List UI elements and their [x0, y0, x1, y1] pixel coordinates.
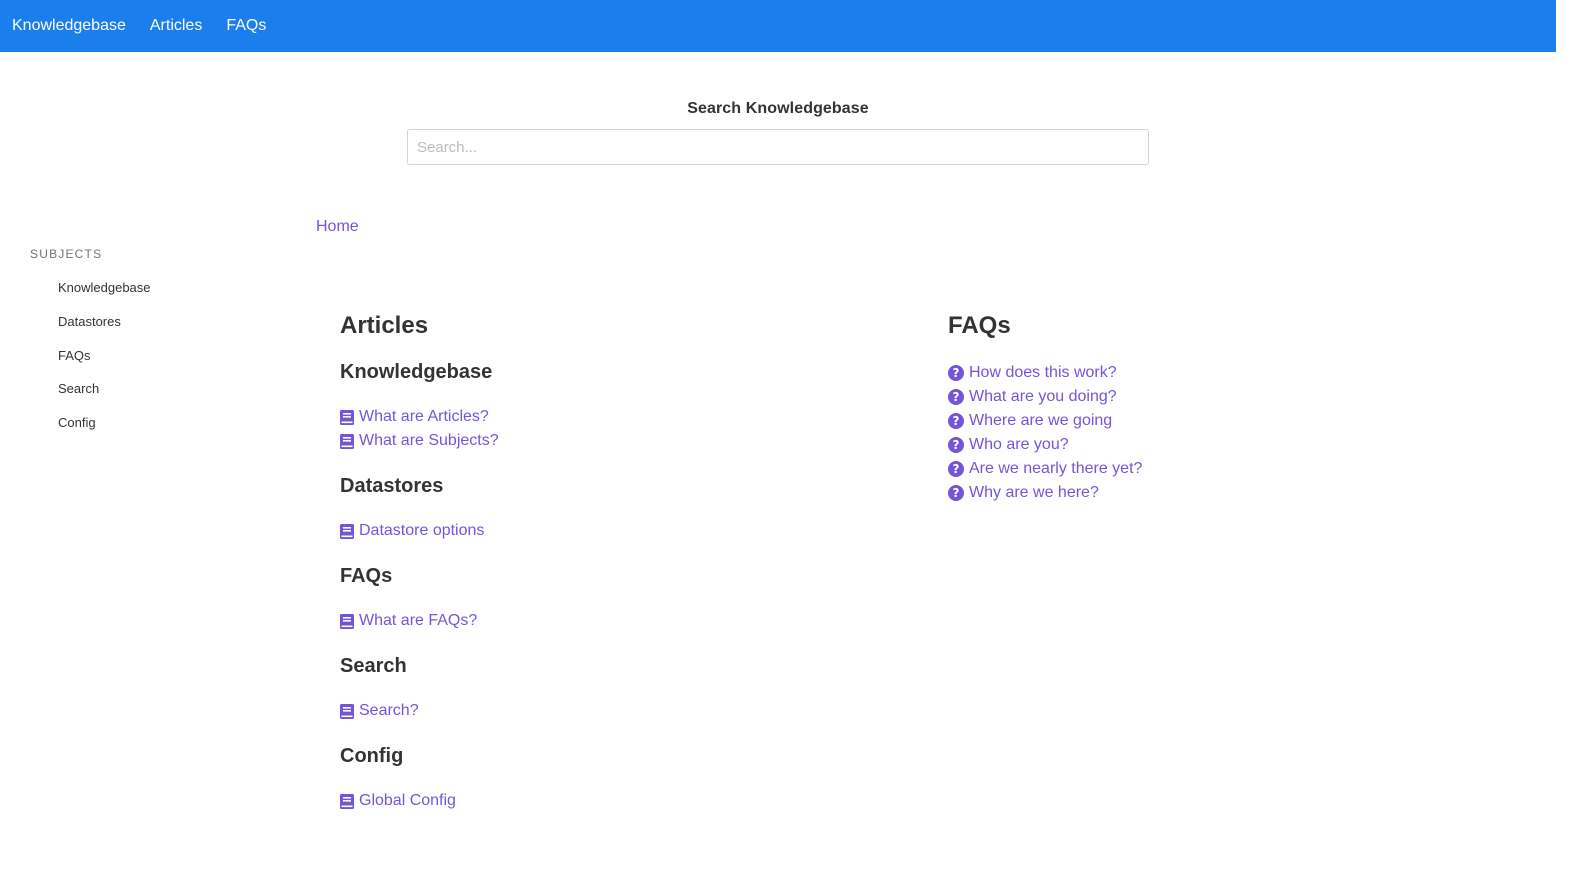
article-link-label: What are Subjects?	[359, 432, 499, 449]
list-item: What are Articles?	[340, 405, 900, 429]
article-list: What are Articles? What are Subjects?	[340, 405, 900, 453]
article-link-label: What are FAQs?	[359, 612, 478, 629]
nav-brand-link[interactable]: Knowledgebase	[12, 0, 126, 52]
article-list: Global Config	[340, 789, 900, 813]
faq-list: ? How does this work? ? What are you doing…	[948, 361, 1508, 505]
sidebar-link-search[interactable]: Search	[58, 381, 99, 396]
list-item: ? Why are we here?	[948, 481, 1508, 505]
faq-link[interactable]: ? Where are we going	[948, 409, 1112, 433]
faq-link-label: Are we nearly there yet?	[969, 460, 1143, 477]
book-icon	[340, 433, 354, 449]
question-circle-icon: ?	[948, 365, 964, 381]
article-link-label: Global Config	[359, 792, 456, 809]
faq-link-label: How does this work?	[969, 364, 1117, 381]
question-circle-icon: ?	[948, 461, 964, 477]
faq-link-label: Where are we going	[969, 412, 1113, 429]
sidebar-link-knowledgebase[interactable]: Knowledgebase	[58, 280, 151, 295]
book-icon	[340, 793, 354, 809]
list-item: ? Who are you?	[948, 433, 1508, 457]
article-group-title: Datastores	[340, 475, 444, 497]
question-circle-icon: ?	[948, 437, 964, 453]
article-group-search: Search Search?	[340, 653, 900, 723]
breadcrumb-home[interactable]: Home	[316, 218, 359, 236]
list-item: What are FAQs?	[340, 609, 900, 633]
article-link-label: Datastore options	[359, 522, 485, 539]
list-item: ? How does this work?	[948, 361, 1508, 385]
sidebar-list: Knowledgebase Datastores FAQs Search Con…	[30, 279, 151, 448]
faq-link-label: What are you doing?	[969, 388, 1117, 405]
article-link[interactable]: What are Subjects?	[340, 429, 499, 453]
faq-link[interactable]: ? How does this work?	[948, 361, 1117, 385]
article-group-knowledgebase: Knowledgebase What are Articles? What ar…	[340, 359, 900, 453]
article-group-config: Config Global Config	[340, 743, 900, 813]
sidebar-heading: SUBJECTS	[30, 247, 103, 261]
article-link[interactable]: Global Config	[340, 789, 456, 813]
article-link[interactable]: Datastore options	[340, 519, 484, 543]
article-link[interactable]: What are FAQs?	[340, 609, 477, 633]
book-icon	[340, 613, 354, 629]
sidebar-item-search: Search	[58, 380, 151, 414]
nav-link-faqs[interactable]: FAQs	[226, 0, 266, 52]
faq-link[interactable]: ? What are you doing?	[948, 385, 1117, 409]
article-group-faqs: FAQs What are FAQs?	[340, 563, 900, 633]
list-item: Search?	[340, 699, 900, 723]
sidebar-item-datastores: Datastores	[58, 313, 151, 347]
search-title: Search Knowledgebase	[687, 100, 869, 117]
article-group-title: Search	[340, 655, 407, 677]
faq-link-label: Who are you?	[969, 436, 1069, 453]
question-circle-icon: ?	[948, 485, 964, 501]
book-icon	[340, 703, 354, 719]
articles-column: Articles Knowledgebase What are Articles…	[340, 311, 900, 833]
articles-title: Articles	[340, 312, 429, 339]
sidebar-link-config[interactable]: Config	[58, 415, 96, 430]
top-navbar: Knowledgebase Articles FAQs	[0, 0, 1556, 52]
article-group-datastores: Datastores Datastore options	[340, 473, 900, 543]
book-icon	[340, 523, 354, 539]
article-group-title: Config	[340, 745, 404, 767]
faqs-column: FAQs ? How does this work? ? What are you …	[948, 311, 1508, 505]
article-link[interactable]: What are Articles?	[340, 405, 489, 429]
article-link-label: Search?	[359, 702, 419, 719]
list-item: ? Where are we going	[948, 409, 1508, 433]
article-link[interactable]: Search?	[340, 699, 419, 723]
article-list: Search?	[340, 699, 900, 723]
article-group-title: Knowledgebase	[340, 361, 493, 383]
article-link-label: What are Articles?	[359, 408, 489, 425]
sidebar-item-faqs: FAQs	[58, 347, 151, 381]
search-input[interactable]	[407, 129, 1149, 165]
list-item: Datastore options	[340, 519, 900, 543]
article-list: What are FAQs?	[340, 609, 900, 633]
faqs-title: FAQs	[948, 312, 1011, 339]
question-circle-icon: ?	[948, 389, 964, 405]
list-item: What are Subjects?	[340, 429, 900, 453]
list-item: Global Config	[340, 789, 900, 813]
nav-link-articles[interactable]: Articles	[150, 0, 202, 52]
faq-link-label: Why are we here?	[969, 484, 1099, 501]
list-item: ? Are we nearly there yet?	[948, 457, 1508, 481]
sidebar-item-config: Config	[58, 414, 151, 448]
faq-link[interactable]: ? Who are you?	[948, 433, 1069, 457]
faq-link[interactable]: ? Are we nearly there yet?	[948, 457, 1142, 481]
page-scrollbar[interactable]	[1556, 0, 1572, 893]
faq-link[interactable]: ? Why are we here?	[948, 481, 1099, 505]
article-group-title: FAQs	[340, 565, 393, 587]
sidebar-link-datastores[interactable]: Datastores	[58, 314, 121, 329]
sidebar-link-faqs[interactable]: FAQs	[58, 348, 91, 363]
book-icon	[340, 409, 354, 425]
sidebar-item-knowledgebase: Knowledgebase	[58, 279, 151, 313]
subjects-sidebar: SUBJECTS Knowledgebase Datastores FAQs S…	[30, 247, 151, 448]
list-item: ? What are you doing?	[948, 385, 1508, 409]
question-circle-icon: ?	[948, 413, 964, 429]
search-section: Search Knowledgebase	[407, 100, 1149, 165]
article-list: Datastore options	[340, 519, 900, 543]
